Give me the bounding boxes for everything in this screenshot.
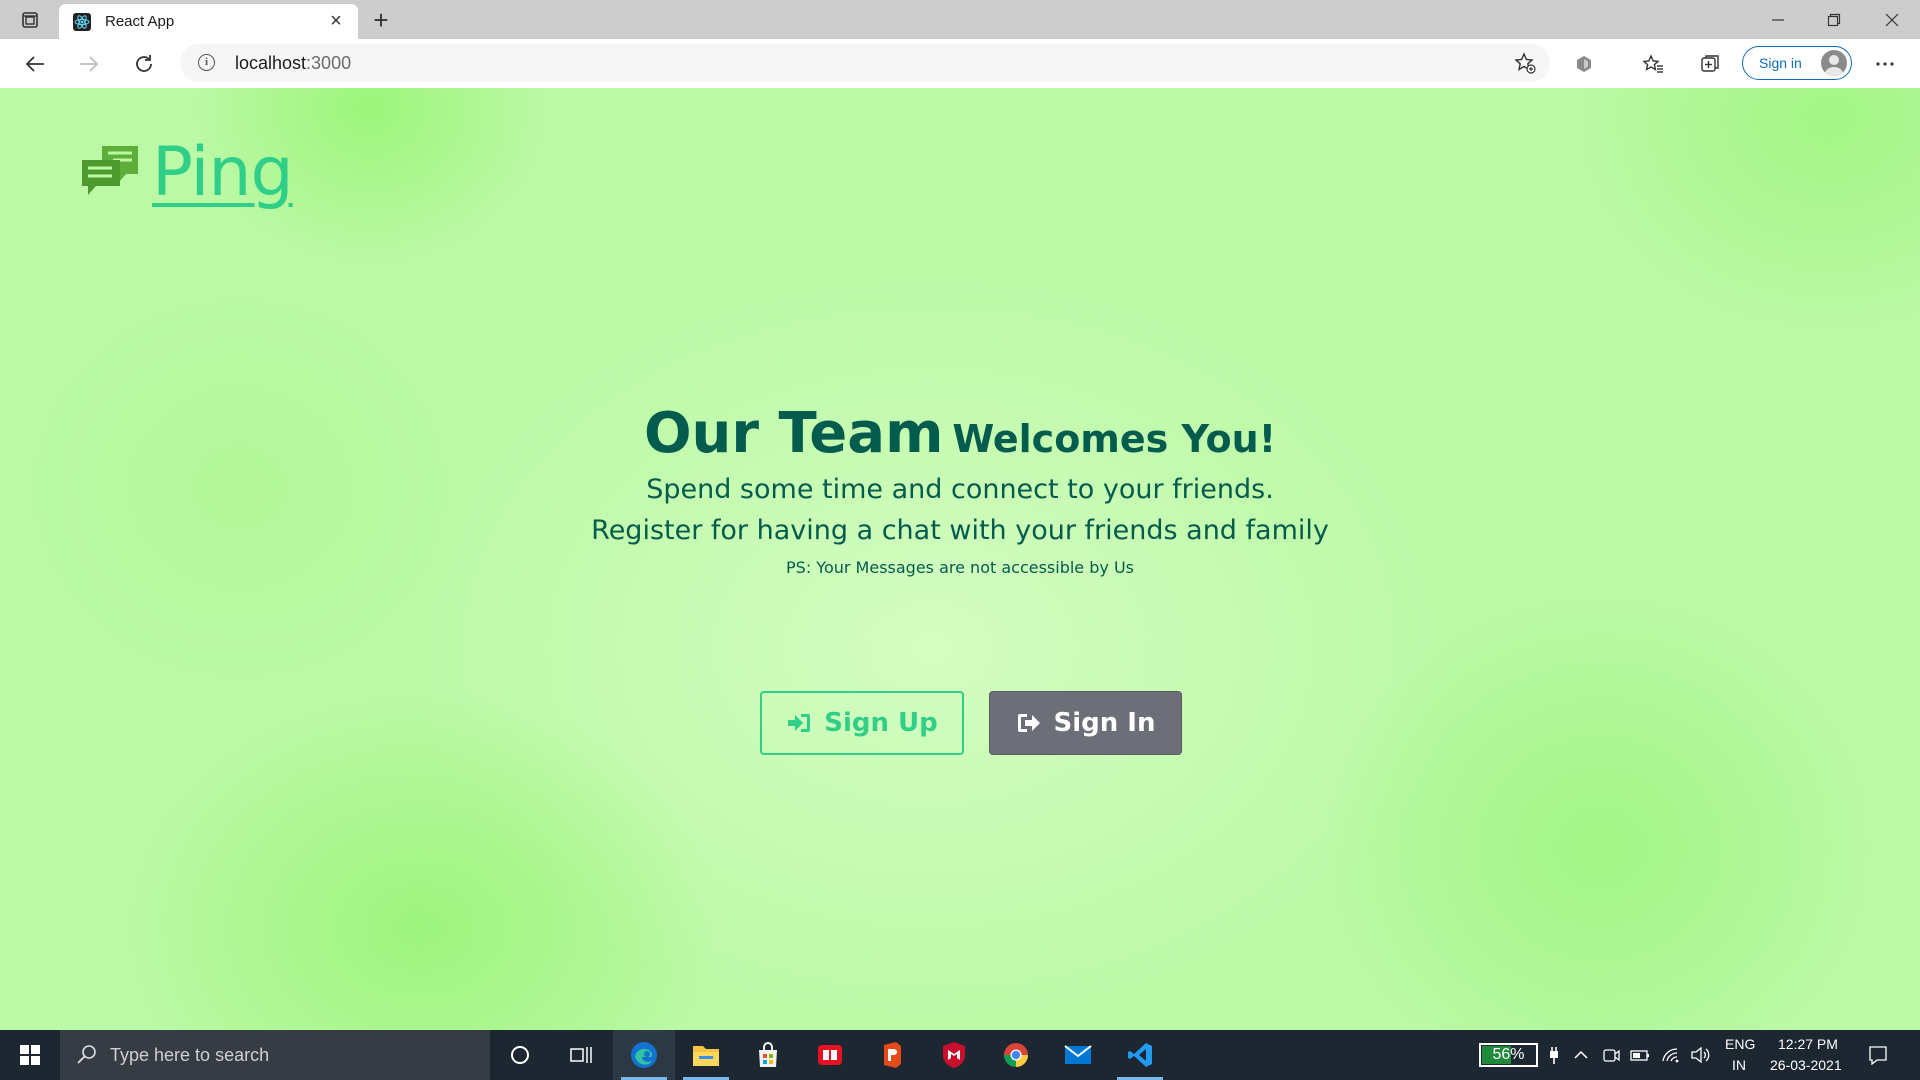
sign-in-label: Sign In <box>1053 708 1156 738</box>
close-window-icon[interactable] <box>1864 0 1920 39</box>
ping-logo[interactable]: Ping <box>80 132 294 212</box>
logo-text[interactable]: Ping <box>152 133 294 212</box>
battery-status-icon[interactable] <box>1630 1045 1650 1065</box>
volume-icon[interactable] <box>1690 1045 1710 1065</box>
extension-icon[interactable] <box>1568 48 1600 80</box>
avatar-icon <box>1821 50 1847 76</box>
edge-icon[interactable] <box>613 1030 675 1080</box>
tab-actions-icon[interactable] <box>12 7 48 33</box>
minimize-icon[interactable] <box>1750 0 1806 39</box>
task-view-icon[interactable] <box>550 1030 612 1080</box>
sign-in-button[interactable]: Sign In <box>989 691 1182 755</box>
profile-sign-in-button[interactable]: Sign in <box>1742 46 1852 80</box>
sign-out-arrow-icon <box>1017 714 1040 732</box>
sign-in-arrow-icon <box>788 714 811 732</box>
back-arrow-icon[interactable] <box>19 48 51 80</box>
file-explorer-icon[interactable] <box>675 1030 737 1080</box>
favorites-icon[interactable] <box>1637 48 1669 80</box>
more-options-icon[interactable] <box>1869 48 1901 80</box>
refresh-icon[interactable] <box>128 48 160 80</box>
meet-now-icon[interactable] <box>1601 1045 1621 1065</box>
vscode-icon[interactable] <box>1109 1030 1171 1080</box>
notification-center-icon[interactable] <box>1868 1045 1888 1065</box>
wifi-icon[interactable] <box>1661 1045 1681 1065</box>
cortana-icon[interactable] <box>489 1030 551 1080</box>
tab-title: React App <box>105 13 175 30</box>
chrome-icon[interactable] <box>985 1030 1047 1080</box>
url-text[interactable]: localhost:3000 <box>235 53 351 74</box>
taskbar-search-box[interactable]: Type here to search <box>60 1030 490 1080</box>
add-favorite-icon[interactable] <box>1514 52 1536 74</box>
search-icon <box>77 1045 96 1064</box>
sign-up-button[interactable]: Sign Up <box>760 691 964 755</box>
address-bar[interactable]: i localhost:3000 <box>180 44 1550 82</box>
hero-heading-sub: Welcomes You! <box>952 417 1277 461</box>
hero-tagline-2: Register for having a chat with your fri… <box>591 515 1329 546</box>
browser-toolbar: i localhost:3000 Sign in <box>0 39 1920 89</box>
new-tab-icon[interactable]: + <box>368 7 394 33</box>
restore-icon[interactable] <box>1806 0 1862 39</box>
site-info-icon[interactable]: i <box>198 54 215 71</box>
sign-up-label: Sign Up <box>824 708 938 738</box>
search-placeholder: Type here to search <box>110 1045 270 1065</box>
hero-section: Our Team Welcomes You! Spend some time a… <box>0 406 1920 578</box>
tab-close-icon[interactable]: × <box>326 11 346 31</box>
reader-icon[interactable] <box>799 1030 861 1080</box>
store-icon[interactable] <box>737 1030 799 1080</box>
hero-heading: Our Team Welcomes You! <box>0 406 1920 462</box>
windows-taskbar: Type here to search 56% ENG IN 12:27 PM … <box>0 1030 1920 1080</box>
privacy-note: PS: Your Messages are not accessible by … <box>786 558 1134 577</box>
windows-start-icon[interactable] <box>0 1030 60 1080</box>
language-label[interactable]: ENG <box>1725 1036 1755 1052</box>
profile-sign-in-label: Sign in <box>1759 55 1802 71</box>
collections-icon[interactable] <box>1694 48 1726 80</box>
power-plug-icon[interactable] <box>1544 1045 1564 1065</box>
battery-indicator[interactable]: 56% <box>1479 1043 1538 1067</box>
mail-icon[interactable] <box>1047 1030 1109 1080</box>
browser-tab[interactable]: React App × <box>59 4 358 39</box>
mcafee-icon[interactable] <box>923 1030 985 1080</box>
office-icon[interactable] <box>861 1030 923 1080</box>
page-viewport: Ping Our Team Welcomes You! Spend some t… <box>0 88 1920 1030</box>
show-hidden-icons-icon[interactable] <box>1571 1045 1591 1065</box>
clock-time[interactable]: 12:27 PM <box>1778 1036 1838 1052</box>
hero-tagline-1: Spend some time and connect to your frie… <box>646 474 1274 505</box>
forward-arrow-icon[interactable] <box>73 48 105 80</box>
battery-percent-label: 56% <box>1492 1046 1525 1063</box>
chat-bubbles-icon <box>82 146 138 195</box>
region-label[interactable]: IN <box>1732 1057 1746 1073</box>
hero-heading-main: Our Team <box>643 401 944 466</box>
react-favicon-icon <box>73 13 91 31</box>
browser-tab-strip: React App × + <box>0 0 1920 39</box>
clock-date[interactable]: 26-03-2021 <box>1770 1057 1842 1073</box>
